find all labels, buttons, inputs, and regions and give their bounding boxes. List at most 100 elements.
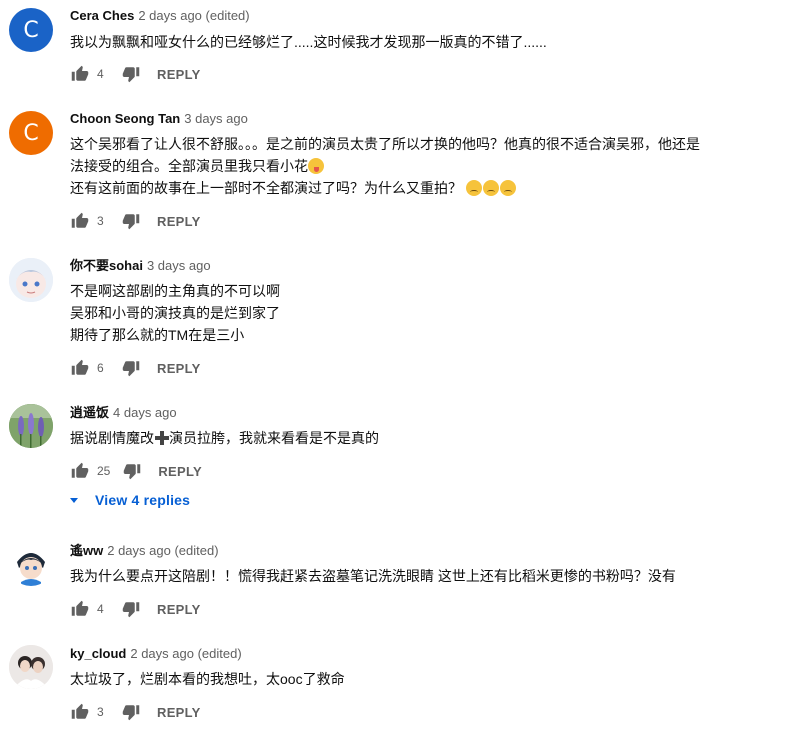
reply-button[interactable]: REPLY (158, 464, 202, 479)
comment-actions: 25 REPLY (70, 461, 202, 481)
like-count: 6 (97, 361, 104, 375)
dislike-button[interactable] (121, 211, 141, 231)
like-count: 3 (97, 214, 104, 228)
comment-time[interactable]: 3 days ago (147, 258, 211, 273)
comment-text: 不是啊这部剧的主角真的不可以啊 吴邪和小哥的演技真的是烂到家了 期待了那么就的T… (70, 280, 280, 346)
like-count: 4 (97, 67, 104, 81)
comment-text: 据说剧情魔改 演员拉胯，我就来看看是不是真的 (70, 427, 379, 449)
comment-header: 逍遥饭 4 days ago (70, 404, 177, 422)
thumbs-up-icon (71, 600, 89, 616)
reply-button[interactable]: REPLY (157, 602, 201, 617)
thumbs-up-icon (71, 65, 89, 81)
author-name[interactable]: 遙ww (70, 543, 103, 558)
avatar[interactable] (9, 404, 53, 448)
comment-line: 据说剧情魔改 (70, 430, 154, 446)
comment-line: 不是啊这部剧的主角真的不可以啊 (70, 283, 280, 299)
thumbs-up-icon (71, 212, 89, 228)
like-button[interactable] (70, 358, 90, 378)
comment-text: 这个吴邪看了让人很不舒服。。。是之前的演员太贵了所以才换的他吗？他真的很不适合演… (70, 133, 700, 199)
sad-face-emoji (499, 180, 516, 196)
comment-line: 法接受的组合。全部演员里我只看小花 (70, 158, 308, 174)
sad-face-emoji (482, 180, 499, 196)
like-count: 25 (97, 464, 111, 478)
avatar[interactable]: C (9, 111, 53, 155)
thumbs-up-icon (71, 359, 89, 375)
author-name[interactable]: ky_cloud (70, 646, 126, 661)
sad-face-emoji (465, 180, 482, 196)
comment-line: 演员拉胯，我就来看看是不是真的 (169, 430, 379, 446)
avatar-letter: C (23, 17, 39, 43)
heavy-plus-emoji (154, 430, 169, 445)
thumbs-down-icon (122, 705, 140, 721)
like-button[interactable] (70, 461, 90, 481)
dislike-button[interactable] (121, 702, 141, 722)
avatar[interactable]: C (9, 8, 53, 52)
lavender-avatar-icon (9, 404, 53, 448)
comment-header: Choon Seong Tan 3 days ago (70, 110, 248, 128)
dislike-button[interactable] (121, 64, 141, 84)
author-name[interactable]: 你不要sohai (70, 258, 143, 273)
photo-avatar-icon (9, 645, 53, 689)
comment-header: 遙ww 2 days ago (edited) (70, 542, 219, 560)
anime-avatar-icon (9, 258, 53, 302)
comment-actions: 3 REPLY (70, 211, 201, 231)
dislike-button[interactable] (121, 599, 141, 619)
comment-line: 我以为飘飘和哑女什么的已经够烂了.....这时候我才发现那一版真的不错了....… (70, 34, 547, 50)
reply-button[interactable]: REPLY (157, 214, 201, 229)
like-count: 3 (97, 705, 104, 719)
avatar[interactable] (9, 542, 53, 586)
comment-line-with-emoji: 据说剧情魔改 演员拉胯，我就来看看是不是真的 (70, 427, 379, 449)
author-name[interactable]: Choon Seong Tan (70, 111, 180, 126)
like-button[interactable] (70, 702, 90, 722)
comment-actions: 4 REPLY (70, 64, 201, 84)
avatar[interactable] (9, 258, 53, 302)
comment-line-with-emoji: 还有这前面的故事在上一部时不全都演过了吗？为什么又重拍？ (70, 177, 700, 199)
reply-button[interactable]: REPLY (157, 361, 201, 376)
like-button[interactable] (70, 211, 90, 231)
comment-text: 我以为飘飘和哑女什么的已经够烂了.....这时候我才发现那一版真的不错了....… (70, 31, 547, 53)
face-with-tongue-emoji (308, 158, 324, 174)
comment-text: 我为什么要点开这陪剧！！慌得我赶紧去盗墓笔记洗洗眼睛 这世上还有比稻米更惨的书粉… (70, 565, 676, 587)
thumbs-up-icon (71, 703, 89, 719)
thumbs-down-icon (122, 67, 140, 83)
comment-line: 这个吴邪看了让人很不舒服。。。是之前的演员太贵了所以才换的他吗？他真的很不适合演… (70, 136, 700, 152)
comment-header: Cera Ches 2 days ago (edited) (70, 7, 250, 25)
comment-header: ky_cloud 2 days ago (edited) (70, 645, 242, 663)
reply-button[interactable]: REPLY (157, 705, 201, 720)
thumbs-up-icon (71, 462, 89, 478)
comment-line: 还有这前面的故事在上一部时不全都演过了吗？为什么又重拍？ (70, 180, 462, 196)
like-count: 4 (97, 602, 104, 616)
view-replies-label: View 4 replies (95, 492, 191, 508)
caret-down-icon (70, 497, 78, 503)
comment-header: 你不要sohai 3 days ago (70, 257, 211, 275)
comment-time[interactable]: 4 days ago (113, 405, 177, 420)
comment-actions: 3 REPLY (70, 702, 201, 722)
reply-button[interactable]: REPLY (157, 67, 201, 82)
view-replies-button[interactable]: View 4 replies (70, 492, 190, 508)
author-name[interactable]: 逍遥饭 (70, 405, 109, 420)
author-name[interactable]: Cera Ches (70, 8, 134, 23)
comment-time[interactable]: 2 days ago (edited) (138, 8, 249, 23)
comment-time[interactable]: 3 days ago (184, 111, 248, 126)
thumbs-down-icon (122, 214, 140, 230)
dislike-button[interactable] (121, 358, 141, 378)
comment-line: 我为什么要点开这陪剧！！慌得我赶紧去盗墓笔记洗洗眼睛 这世上还有比稻米更惨的书粉… (70, 568, 676, 584)
comment-line: 太垃圾了，烂剧本看的我想吐，太ooc了救命 (70, 671, 345, 687)
comment-time[interactable]: 2 days ago (edited) (130, 646, 241, 661)
comment-line-with-emoji: 法接受的组合。全部演员里我只看小花 (70, 155, 700, 177)
comment-time[interactable]: 2 days ago (edited) (107, 543, 218, 558)
avatar[interactable] (9, 645, 53, 689)
anime-boy-avatar-icon (9, 542, 53, 586)
like-button[interactable] (70, 599, 90, 619)
comment-text: 太垃圾了，烂剧本看的我想吐，太ooc了救命 (70, 668, 345, 690)
thumbs-down-icon (124, 464, 141, 480)
comment-line: 期待了那么就的TM在是三小 (70, 327, 245, 343)
like-button[interactable] (70, 64, 90, 84)
comment-line: 吴邪和小哥的演技真的是烂到家了 (70, 305, 280, 321)
dislike-button[interactable] (122, 461, 142, 481)
thumbs-down-icon (122, 361, 140, 377)
avatar-letter: C (23, 120, 39, 146)
thumbs-down-icon (122, 602, 140, 618)
comment-actions: 6 REPLY (70, 358, 201, 378)
comment-actions: 4 REPLY (70, 599, 201, 619)
